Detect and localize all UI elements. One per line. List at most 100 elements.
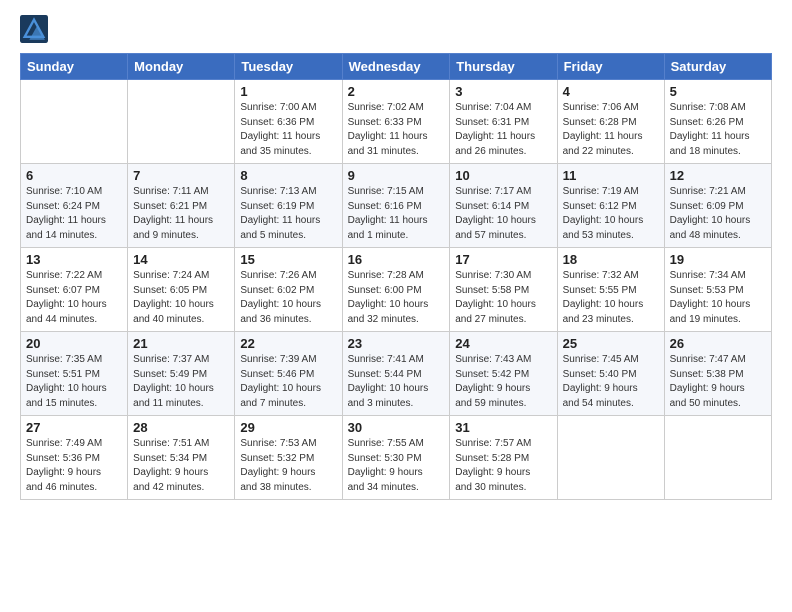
day-info: Sunrise: 7:34 AM Sunset: 5:53 PM Dayligh… [670,269,766,327]
calendar-cell: 25 Sunrise: 7:45 AM Sunset: 5:40 PM Dayli… [557,332,664,416]
calendar-cell: 23 Sunrise: 7:41 AM Sunset: 5:44 PM Dayli… [342,332,450,416]
day-info: Sunrise: 7:26 AM Sunset: 6:02 PM Dayligh… [240,269,336,327]
day-number: 3 [455,84,551,99]
calendar-cell: 3 Sunrise: 7:04 AM Sunset: 6:31 PM Daylig… [450,80,557,164]
day-number: 13 [26,252,122,267]
day-info: Sunrise: 7:41 AM Sunset: 5:44 PM Dayligh… [348,353,445,411]
day-number: 11 [563,168,659,183]
calendar-cell: 17Sunrise: 7:30 AM Sunset: 5:58 PM Dayli… [450,248,557,332]
day-number: 1 [240,84,336,99]
day-number: 30 [348,420,445,435]
day-number: 16 [348,252,445,267]
day-number: 7 [133,168,229,183]
day-number: 17 [455,252,551,267]
day-info: Sunrise: 7:17 AM Sunset: 6:14 PM Dayligh… [455,185,551,243]
logo [20,15,50,43]
calendar-cell: 11 Sunrise: 7:19 AM Sunset: 6:12 PM Dayli… [557,164,664,248]
calendar-cell: 14 Sunrise: 7:24 AM Sunset: 6:05 PM Dayli… [128,248,235,332]
calendar-cell: 26 Sunrise: 7:47 AM Sunset: 5:38 PM Dayli… [664,332,771,416]
day-number: 14 [133,252,229,267]
calendar-cell: 21 Sunrise: 7:37 AM Sunset: 5:49 PM Dayli… [128,332,235,416]
day-info: Sunrise: 7:49 AM Sunset: 5:36 PM Dayligh… [26,437,122,495]
day-number: 19 [670,252,766,267]
calendar-cell: 29Sunrise: 7:53 AM Sunset: 5:32 PM Dayli… [235,416,342,500]
calendar-cell: 7 Sunrise: 7:11 AM Sunset: 6:21 PM Daylig… [128,164,235,248]
day-info: Sunrise: 7:55 AM Sunset: 5:30 PM Dayligh… [348,437,445,495]
day-number: 9 [348,168,445,183]
calendar-cell [128,80,235,164]
calendar-cell [664,416,771,500]
calendar-cell: 28 Sunrise: 7:51 AM Sunset: 5:34 PM Dayli… [128,416,235,500]
day-info: Sunrise: 7:11 AM Sunset: 6:21 PM Dayligh… [133,185,229,243]
calendar-cell: 22 Sunrise: 7:39 AM Sunset: 5:46 PM Dayli… [235,332,342,416]
logo-icon [20,15,48,43]
calendar-header-tuesday: Tuesday [235,54,342,80]
day-info: Sunrise: 7:37 AM Sunset: 5:49 PM Dayligh… [133,353,229,411]
day-info: Sunrise: 7:06 AM Sunset: 6:28 PM Dayligh… [563,101,659,159]
calendar-week-4: 20Sunrise: 7:35 AM Sunset: 5:51 PM Dayli… [21,332,772,416]
calendar-header-thursday: Thursday [450,54,557,80]
day-number: 22 [240,336,336,351]
day-info: Sunrise: 7:24 AM Sunset: 6:05 PM Dayligh… [133,269,229,327]
day-info: Sunrise: 7:39 AM Sunset: 5:46 PM Dayligh… [240,353,336,411]
day-number: 2 [348,84,445,99]
day-number: 15 [240,252,336,267]
calendar-week-5: 27 Sunrise: 7:49 AM Sunset: 5:36 PM Dayli… [21,416,772,500]
calendar-cell: 24Sunrise: 7:43 AM Sunset: 5:42 PM Dayli… [450,332,557,416]
day-info: Sunrise: 7:57 AM Sunset: 5:28 PM Dayligh… [455,437,551,495]
day-number: 25 [563,336,659,351]
calendar-cell: 2 Sunrise: 7:02 AM Sunset: 6:33 PM Daylig… [342,80,450,164]
day-info: Sunrise: 7:02 AM Sunset: 6:33 PM Dayligh… [348,101,445,159]
calendar-header-sunday: Sunday [21,54,128,80]
day-number: 5 [670,84,766,99]
day-number: 23 [348,336,445,351]
day-number: 31 [455,420,551,435]
day-number: 12 [670,168,766,183]
day-info: Sunrise: 7:13 AM Sunset: 6:19 PM Dayligh… [240,185,336,243]
day-number: 27 [26,420,122,435]
calendar-cell: 8 Sunrise: 7:13 AM Sunset: 6:19 PM Daylig… [235,164,342,248]
day-info: Sunrise: 7:28 AM Sunset: 6:00 PM Dayligh… [348,269,445,327]
calendar-cell: 20Sunrise: 7:35 AM Sunset: 5:51 PM Dayli… [21,332,128,416]
day-info: Sunrise: 7:45 AM Sunset: 5:40 PM Dayligh… [563,353,659,411]
calendar-cell: 13Sunrise: 7:22 AM Sunset: 6:07 PM Dayli… [21,248,128,332]
header [20,15,772,43]
day-info: Sunrise: 7:47 AM Sunset: 5:38 PM Dayligh… [670,353,766,411]
page: SundayMondayTuesdayWednesdayThursdayFrid… [0,0,792,612]
day-number: 8 [240,168,336,183]
calendar-cell: 16 Sunrise: 7:28 AM Sunset: 6:00 PM Dayli… [342,248,450,332]
day-info: Sunrise: 7:53 AM Sunset: 5:32 PM Dayligh… [240,437,336,495]
calendar-header-monday: Monday [128,54,235,80]
calendar-cell: 31 Sunrise: 7:57 AM Sunset: 5:28 PM Dayli… [450,416,557,500]
calendar-header-row: SundayMondayTuesdayWednesdayThursdayFrid… [21,54,772,80]
calendar-cell [557,416,664,500]
calendar-cell [21,80,128,164]
day-number: 28 [133,420,229,435]
day-number: 21 [133,336,229,351]
calendar-cell: 5 Sunrise: 7:08 AM Sunset: 6:26 PM Daylig… [664,80,771,164]
calendar-week-2: 6Sunrise: 7:10 AM Sunset: 6:24 PM Daylig… [21,164,772,248]
day-number: 4 [563,84,659,99]
calendar-week-1: 1 Sunrise: 7:00 AM Sunset: 6:36 PM Daylig… [21,80,772,164]
day-number: 26 [670,336,766,351]
calendar-header-saturday: Saturday [664,54,771,80]
calendar-header-friday: Friday [557,54,664,80]
day-number: 10 [455,168,551,183]
day-info: Sunrise: 7:43 AM Sunset: 5:42 PM Dayligh… [455,353,551,411]
calendar-cell: 27 Sunrise: 7:49 AM Sunset: 5:36 PM Dayli… [21,416,128,500]
day-info: Sunrise: 7:10 AM Sunset: 6:24 PM Dayligh… [26,185,122,243]
day-info: Sunrise: 7:51 AM Sunset: 5:34 PM Dayligh… [133,437,229,495]
day-info: Sunrise: 7:21 AM Sunset: 6:09 PM Dayligh… [670,185,766,243]
calendar-cell: 9 Sunrise: 7:15 AM Sunset: 6:16 PM Daylig… [342,164,450,248]
day-info: Sunrise: 7:00 AM Sunset: 6:36 PM Dayligh… [240,101,336,159]
day-info: Sunrise: 7:32 AM Sunset: 5:55 PM Dayligh… [563,269,659,327]
calendar-cell: 18Sunrise: 7:32 AM Sunset: 5:55 PM Dayli… [557,248,664,332]
day-info: Sunrise: 7:08 AM Sunset: 6:26 PM Dayligh… [670,101,766,159]
day-info: Sunrise: 7:15 AM Sunset: 6:16 PM Dayligh… [348,185,445,243]
calendar-header-wednesday: Wednesday [342,54,450,80]
day-info: Sunrise: 7:04 AM Sunset: 6:31 PM Dayligh… [455,101,551,159]
calendar-cell: 19 Sunrise: 7:34 AM Sunset: 5:53 PM Dayli… [664,248,771,332]
day-info: Sunrise: 7:19 AM Sunset: 6:12 PM Dayligh… [563,185,659,243]
calendar-cell: 4 Sunrise: 7:06 AM Sunset: 6:28 PM Daylig… [557,80,664,164]
calendar-cell: 30 Sunrise: 7:55 AM Sunset: 5:30 PM Dayli… [342,416,450,500]
